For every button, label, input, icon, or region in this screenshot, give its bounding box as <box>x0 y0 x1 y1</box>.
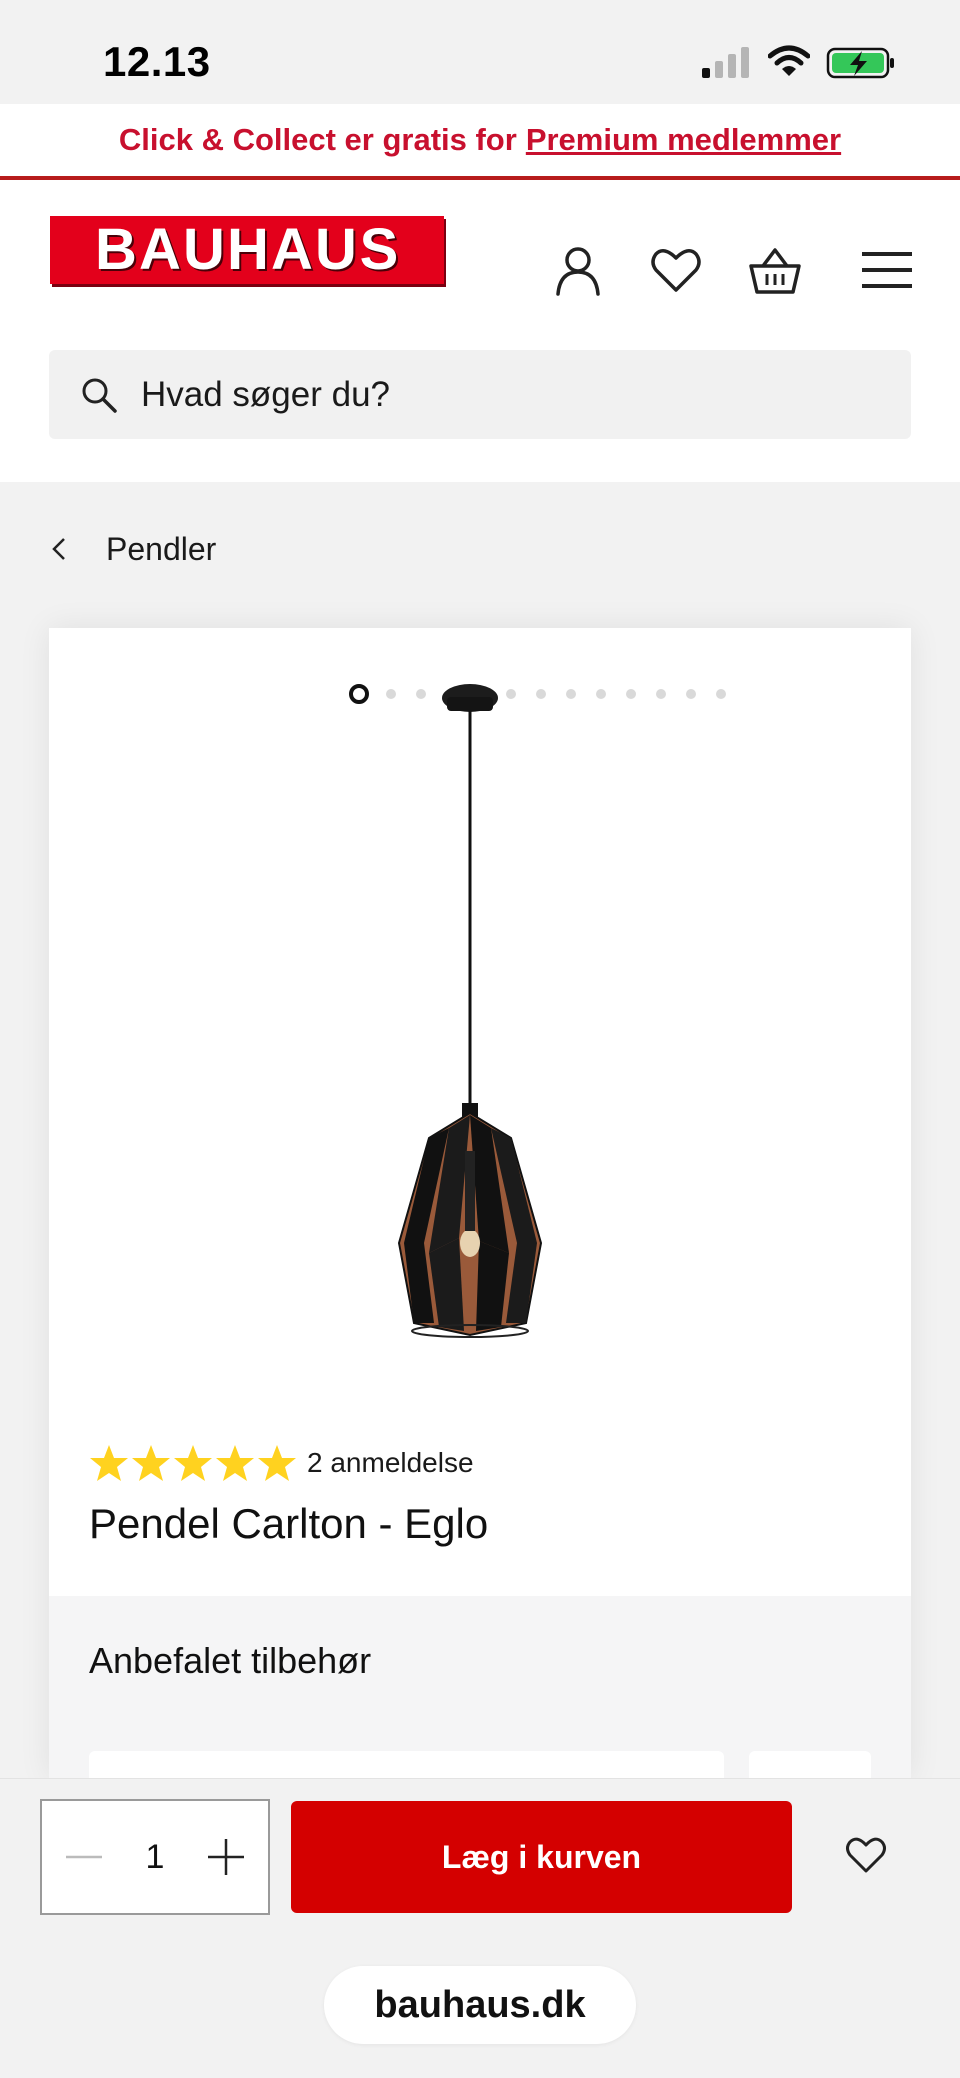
plus-icon[interactable] <box>206 1837 246 1877</box>
breadcrumb-label: Pendler <box>106 530 217 567</box>
carousel-dot[interactable] <box>656 689 666 699</box>
product-image[interactable] <box>379 683 599 1383</box>
heart-icon[interactable] <box>648 242 704 298</box>
wifi-icon <box>768 45 810 76</box>
promo-text: Click & Collect er gratis for <box>118 122 517 157</box>
battery-charging-icon <box>826 47 894 79</box>
search-bar[interactable] <box>49 350 911 439</box>
logo-letter: B <box>95 217 137 282</box>
logo-letter: U <box>315 217 357 282</box>
logo-letter: U <box>183 217 225 282</box>
site-header: BAUHAUS <box>0 180 960 482</box>
carousel-dot[interactable] <box>626 689 636 699</box>
status-bar: 12.13 <box>0 0 960 104</box>
accessories-heading: Anbefalet tilbehør <box>89 1640 372 1681</box>
logo-letter: H <box>227 217 269 282</box>
cart-bar: 1 Læg i kurven bauhaus.dk <box>0 1778 960 2078</box>
cellular-signal-icon <box>702 47 749 78</box>
status-time: 12.13 <box>103 38 211 85</box>
star-icon <box>258 1445 296 1481</box>
star-icon <box>174 1445 212 1481</box>
product-rating[interactable]: 2 anmeldelse <box>89 1443 474 1483</box>
logo-letter: A <box>139 217 181 282</box>
logo-letter: S <box>359 217 399 282</box>
quantity-value[interactable]: 1 <box>146 1838 165 1877</box>
promo-banner: Click & Collect er gratis for Premium me… <box>0 104 960 180</box>
recommended-accessories: Anbefalet tilbehør <box>49 1596 911 1811</box>
wishlist-heart-icon[interactable] <box>844 1835 888 1875</box>
star-icon <box>216 1445 254 1481</box>
chevron-left-icon <box>52 538 65 560</box>
carousel-dot[interactable] <box>716 689 726 699</box>
logo-letter: A <box>271 217 313 282</box>
premium-members-link[interactable]: Premium medlemmer <box>526 122 841 158</box>
search-input[interactable] <box>141 374 841 415</box>
basket-icon[interactable] <box>747 242 803 298</box>
minus-icon[interactable] <box>64 1837 104 1877</box>
product-card: 2 anmeldelse Pendel Carlton - Eglo Anbef… <box>49 628 911 1811</box>
star-icon <box>90 1445 128 1481</box>
bauhaus-logo[interactable]: BAUHAUS <box>50 216 444 284</box>
carousel-dot-active[interactable] <box>349 684 369 704</box>
menu-icon[interactable] <box>860 242 914 298</box>
search-icon <box>82 378 117 413</box>
star-icon <box>132 1445 170 1481</box>
browser-url-bar[interactable]: bauhaus.dk <box>324 1966 636 2044</box>
product-title: Pendel Carlton - Eglo <box>89 1500 489 1547</box>
review-count: 2 anmeldelse <box>307 1447 474 1478</box>
user-icon[interactable] <box>550 242 606 298</box>
carousel-dot[interactable] <box>686 689 696 699</box>
quantity-stepper[interactable]: 1 <box>40 1799 270 1915</box>
add-to-cart-button[interactable]: Læg i kurven <box>291 1801 792 1913</box>
breadcrumb[interactable]: Pendler <box>48 526 216 572</box>
star-rating <box>89 1443 297 1483</box>
